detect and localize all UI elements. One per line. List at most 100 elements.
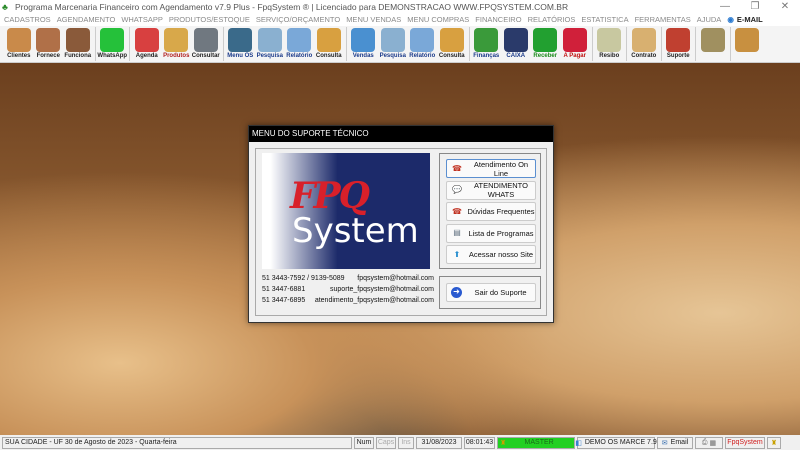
supplier-icon xyxy=(36,28,61,52)
clients-icon xyxy=(6,28,31,52)
contract-icon xyxy=(631,28,656,52)
toolbar-button-pesquisa[interactable]: Pesquisa xyxy=(255,26,285,63)
toolbar-button-menuos[interactable]: Menu OS xyxy=(226,26,256,63)
exit-group: ➜ Sair do Suporte xyxy=(439,276,541,309)
receipt-icon xyxy=(597,28,622,52)
status-location-date: SUA CIDADE - UF 30 de Agosto de 2023 - Q… xyxy=(2,436,352,449)
contact-email: suporte_fpqsystem@hotmail.com xyxy=(330,286,434,293)
email-globe-icon: ◉ xyxy=(727,15,734,24)
close-button[interactable]: ✕ xyxy=(770,1,800,12)
toolbar-button-funciona[interactable]: Funciona xyxy=(63,26,93,63)
contact-phone: 51 3443-7592 / 9139-5089 xyxy=(262,275,345,282)
minimize-button[interactable]: — xyxy=(710,1,740,12)
support-button-atendimento-whats[interactable]: 💬 ATENDIMENTO WHATS xyxy=(446,180,536,200)
app-icon: ♣ xyxy=(2,1,8,12)
menu-financeiro[interactable]: FINANCEIRO xyxy=(475,15,521,24)
menu-ferramentas[interactable]: FERRAMENTAS xyxy=(635,15,691,24)
menu-cadastros[interactable]: CADASTROS xyxy=(4,15,51,24)
arrow-up-circle-icon: ⬆ xyxy=(453,249,461,259)
toolbar-button-exit-door[interactable] xyxy=(733,26,763,63)
toolbar-button-coin[interactable] xyxy=(698,26,728,63)
status-email[interactable]: ✉ Email xyxy=(657,436,693,449)
status-bar: SUA CIDADE - UF 30 de Agosto de 2023 - Q… xyxy=(0,435,800,450)
toolbar-separator xyxy=(129,27,130,61)
doc-icon: ◧ xyxy=(575,439,582,447)
toolbar: Clientes Fornece Funciona WhatsApp Agenda Pro… xyxy=(0,26,800,63)
support-dialog: MENU DO SUPORTE TÉCNICO FPQ System 51 34… xyxy=(248,125,554,323)
toolbar-button-clientes[interactable]: Clientes xyxy=(4,26,34,63)
contact-email: fpqsystem@hotmail.com xyxy=(357,275,434,282)
whatsapp-icon xyxy=(100,28,125,52)
support-options-group: ☎ Atendimento On Line 💬 ATENDIMENTO WHATS ☎ D… xyxy=(439,153,541,269)
contact-phone: 51 3447-6881 xyxy=(262,286,306,293)
menu-agendamento[interactable]: AGENDAMENTO xyxy=(57,15,116,24)
toolbar-button-consulta[interactable]: Consulta xyxy=(314,26,344,63)
toolbar-button-consulta[interactable]: Consulta xyxy=(437,26,467,63)
menu-serviooramento[interactable]: SERVIÇO/ORÇAMENTO xyxy=(256,15,340,24)
contact-row: 51 3447-6881 suporte_fpqsystem@hotmail.co… xyxy=(262,286,434,293)
toolbar-button-vendas[interactable]: Vendas xyxy=(349,26,379,63)
toolbar-button-caixa[interactable]: CAIXA xyxy=(501,26,531,63)
status-tools[interactable]: ⎙ ▦ xyxy=(695,436,723,449)
toolbar-button-whatsapp[interactable]: WhatsApp xyxy=(97,26,127,63)
window-title: Programa Marcenaria Financeiro com Agend… xyxy=(15,1,569,12)
toolbar-button-resibo[interactable]: Resibo xyxy=(595,26,625,63)
fpq-system-logo: FPQ System xyxy=(262,153,430,269)
drawer-icon xyxy=(316,28,341,52)
toolbar-button-agenda[interactable]: Agenda xyxy=(132,26,162,63)
status-num: Num xyxy=(354,436,374,449)
menu-produtosestoque[interactable]: PRODUTOS/ESTOQUE xyxy=(169,15,250,24)
support-agent-icon: ☎ xyxy=(452,163,462,173)
exit-support-button[interactable]: ➜ Sair do Suporte xyxy=(446,283,536,302)
clipboard-icon xyxy=(228,28,253,52)
search-docs-icon xyxy=(257,28,282,52)
menu-menuvendas[interactable]: MENU VENDAS xyxy=(346,15,401,24)
toolbar-button-apagar[interactable]: A Pagar xyxy=(560,26,590,63)
menu-menucompras[interactable]: MENU COMPRAS xyxy=(407,15,469,24)
toolbar-button-receber[interactable]: Receber xyxy=(531,26,561,63)
contact-email: atendimento_fpqsystem@hotmail.com xyxy=(314,297,434,304)
menu-ajuda[interactable]: AJUDA xyxy=(697,15,722,24)
support-icon xyxy=(666,28,691,52)
drawer-icon xyxy=(439,28,464,52)
status-brand: FpqSystem xyxy=(725,436,765,449)
status-time: 08:01:43 xyxy=(464,436,495,449)
search-docs-icon xyxy=(380,28,405,52)
support-button-lista-de-programas[interactable]: ▤ Lista de Programas xyxy=(446,223,536,243)
calendar-icon xyxy=(134,28,159,52)
toolbar-button-suporte[interactable]: Suporte xyxy=(664,26,694,63)
support-button-atendimento-on-line[interactable]: ☎ Atendimento On Line xyxy=(446,159,536,178)
monitor-icon xyxy=(351,28,376,52)
toolbar-separator xyxy=(468,27,470,61)
support-button-d-vidas-frequentes[interactable]: ☎ Dúvidas Frequentes xyxy=(446,202,536,221)
toolbar-separator xyxy=(729,27,731,61)
employee-icon xyxy=(65,28,90,52)
menu-relatrios[interactable]: RELATÓRIOS xyxy=(528,15,576,24)
dollar-green-icon xyxy=(533,28,558,52)
toolbar-button-fornece[interactable]: Fornece xyxy=(34,26,64,63)
toolbar-separator xyxy=(626,27,627,61)
cashbook-icon xyxy=(503,28,528,52)
calculator-icon: ▦ xyxy=(709,439,717,447)
toolbar-button-finanas[interactable]: Finanças xyxy=(472,26,502,63)
contact-phone: 51 3447-6895 xyxy=(262,297,306,304)
toolbar-button-relatrio[interactable]: Relatório xyxy=(285,26,315,63)
logo-system: System xyxy=(292,211,419,251)
status-version: ◧ DEMO OS MARCE 7.9 xyxy=(575,436,657,449)
contact-row: 51 3447-6895 atendimento_fpqsystem@hotmai… xyxy=(262,297,434,304)
menu-email[interactable]: ◉ E-MAIL xyxy=(727,15,768,24)
menu-whatsapp[interactable]: WHATSAPP xyxy=(121,15,163,24)
toolbar-button-consultar[interactable]: Consultar xyxy=(191,26,221,63)
toolbar-button-produtos[interactable]: Produtos xyxy=(162,26,192,63)
toolbar-button-contrato[interactable]: Contrato xyxy=(629,26,659,63)
support-button-acessar-nosso-site[interactable]: ⬆ Acessar nosso Site xyxy=(446,245,536,264)
program-list-icon: ▤ xyxy=(453,228,461,237)
toolbar-separator xyxy=(222,27,224,61)
printer-icon: ⎙ xyxy=(701,438,708,446)
toolbar-button-pesquisa[interactable]: Pesquisa xyxy=(378,26,408,63)
dialog-title: MENU DO SUPORTE TÉCNICO xyxy=(249,126,553,142)
toolbar-button-relatrio[interactable]: Relatório xyxy=(408,26,438,63)
maximize-button[interactable]: ❐ xyxy=(740,1,770,12)
menu-estatistica[interactable]: ESTATISTICA xyxy=(581,15,628,24)
arrow-right-circle-icon: ➜ xyxy=(451,287,462,298)
